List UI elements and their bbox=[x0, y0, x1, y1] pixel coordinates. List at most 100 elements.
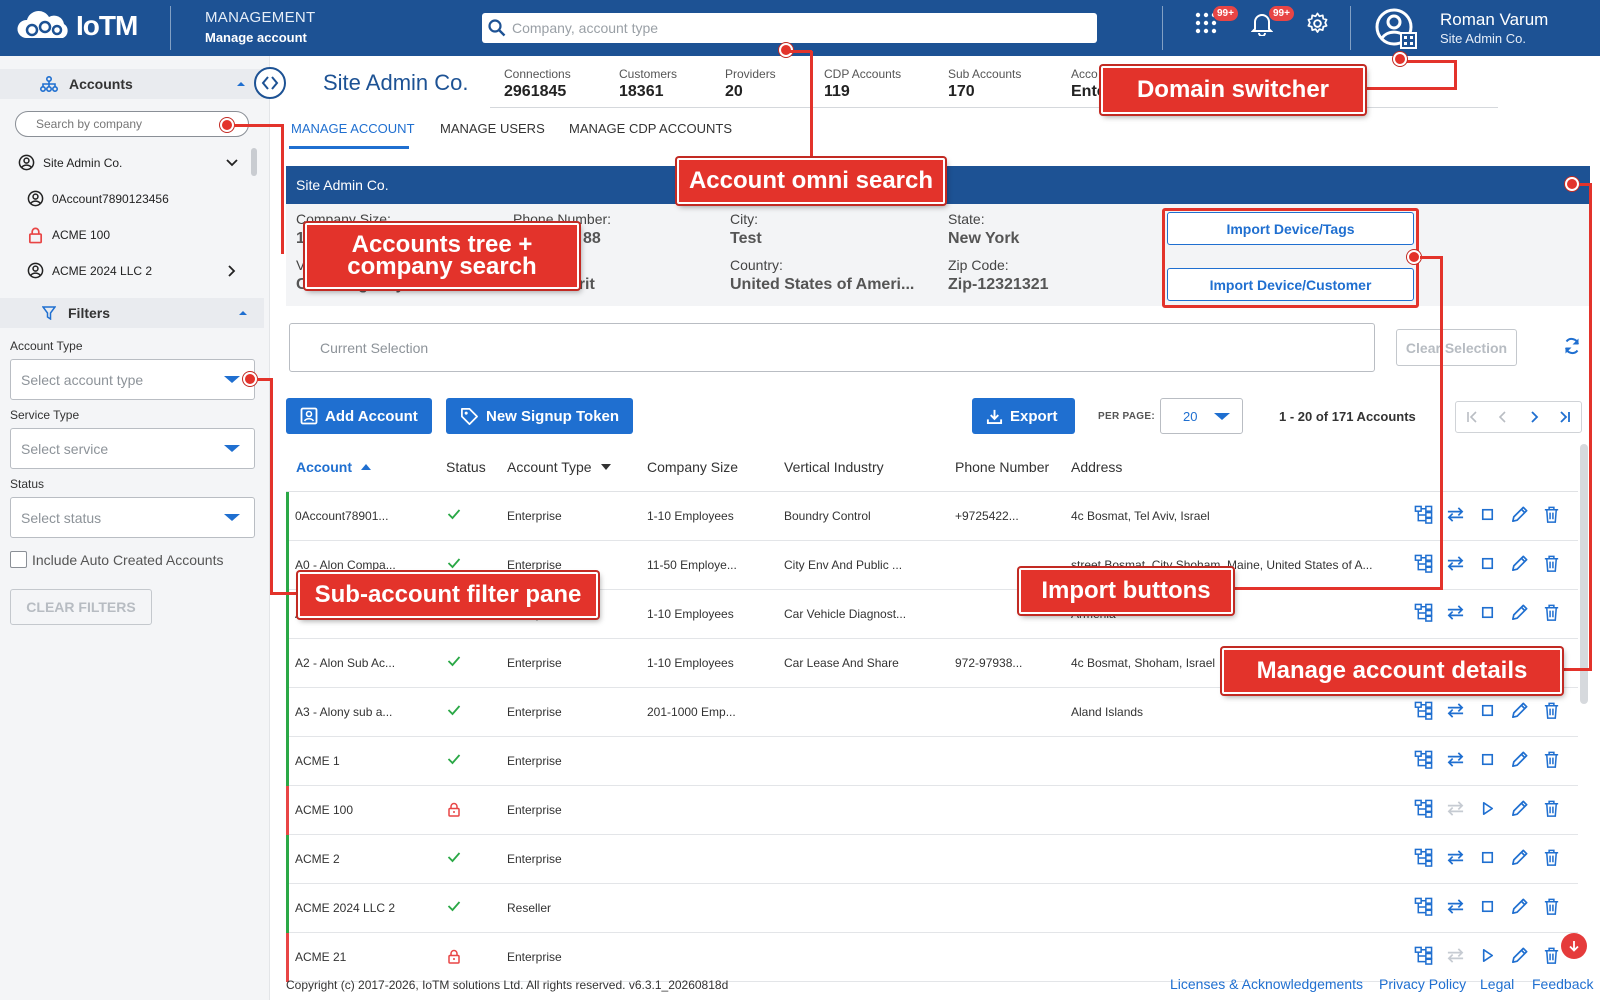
tree-item-0account[interactable]: 0Account7890123456 bbox=[27, 190, 169, 207]
domain-switcher-avatar[interactable] bbox=[1374, 7, 1420, 51]
tab-manage-account[interactable]: MANAGE ACCOUNT bbox=[291, 121, 415, 136]
tree-item-acme-100[interactable]: ACME 100 bbox=[27, 226, 110, 244]
transfer-arrows-icon[interactable] bbox=[1446, 554, 1465, 573]
hierarchy-icon[interactable] bbox=[1414, 946, 1433, 965]
clear-selection-button[interactable]: Clear Selection bbox=[1396, 329, 1517, 366]
apps-grid-button[interactable]: 99+ bbox=[1195, 6, 1238, 34]
transfer-arrows-icon[interactable] bbox=[1446, 603, 1465, 622]
licenses-link[interactable]: Licenses & Acknowledgements bbox=[1170, 976, 1363, 992]
trash-icon[interactable] bbox=[1542, 505, 1561, 524]
stop-icon[interactable] bbox=[1478, 848, 1497, 867]
hierarchy-icon[interactable] bbox=[1414, 603, 1433, 622]
column-header-account[interactable]: Account bbox=[296, 459, 372, 475]
hierarchy-icon[interactable] bbox=[1414, 799, 1433, 818]
trash-icon[interactable] bbox=[1542, 897, 1561, 916]
tree-scrollbar[interactable] bbox=[251, 148, 257, 176]
table-row[interactable]: ACME 1 Enterprise bbox=[286, 737, 1578, 786]
tree-item-acme-2024[interactable]: ACME 2024 LLC 2 bbox=[27, 262, 236, 279]
stop-icon[interactable] bbox=[1478, 505, 1497, 524]
accounts-section-header[interactable]: Accounts bbox=[0, 69, 264, 99]
table-row[interactable]: ACME 100 Enterprise bbox=[286, 786, 1578, 835]
transfer-arrows-icon[interactable] bbox=[1446, 799, 1465, 818]
per-page-select[interactable]: 20 bbox=[1160, 398, 1243, 434]
column-header-phone-number[interactable]: Phone Number bbox=[955, 459, 1049, 475]
status-select[interactable]: Select status bbox=[10, 497, 255, 538]
trash-icon[interactable] bbox=[1542, 848, 1561, 867]
feedback-link[interactable]: Feedback bbox=[1532, 976, 1593, 992]
column-header-status[interactable]: Status bbox=[446, 459, 486, 475]
transfer-arrows-icon[interactable] bbox=[1446, 946, 1465, 965]
stop-icon[interactable] bbox=[1478, 897, 1497, 916]
tab-manage-cdp-accounts[interactable]: MANAGE CDP ACCOUNTS bbox=[569, 121, 732, 136]
trash-icon[interactable] bbox=[1542, 750, 1561, 769]
transfer-arrows-icon[interactable] bbox=[1446, 848, 1465, 867]
export-button[interactable]: Export bbox=[972, 398, 1075, 434]
table-row[interactable]: A3 - Alony sub a... Enterprise 201-1000 Em… bbox=[286, 688, 1578, 737]
iotm-logo[interactable]: IoTM bbox=[14, 8, 138, 44]
stop-icon[interactable] bbox=[1478, 750, 1497, 769]
company-search-input[interactable] bbox=[36, 117, 206, 131]
new-signup-token-button[interactable]: New Signup Token bbox=[446, 398, 634, 434]
clear-filters-button[interactable]: CLEAR FILTERS bbox=[10, 589, 152, 625]
play-icon[interactable] bbox=[1478, 799, 1497, 818]
hierarchy-icon[interactable] bbox=[1414, 897, 1433, 916]
omni-search-input[interactable] bbox=[512, 20, 1072, 36]
filters-section-header[interactable]: Filters bbox=[0, 298, 264, 328]
table-row[interactable]: ACME 2 Enterprise bbox=[286, 835, 1578, 884]
trash-icon[interactable] bbox=[1542, 946, 1561, 965]
user-org[interactable]: Site Admin Co. bbox=[1440, 31, 1526, 46]
pencil-icon[interactable] bbox=[1510, 701, 1529, 720]
table-row[interactable]: 0Account78901... Enterprise 1-10 Employees… bbox=[286, 492, 1578, 541]
transfer-arrows-icon[interactable] bbox=[1446, 897, 1465, 916]
column-header-address[interactable]: Address bbox=[1071, 459, 1122, 475]
pencil-icon[interactable] bbox=[1510, 897, 1529, 916]
column-header-account-type[interactable]: Account Type bbox=[507, 459, 612, 475]
column-header-company-size[interactable]: Company Size bbox=[647, 459, 738, 475]
account-type-select[interactable]: Select account type bbox=[10, 359, 255, 400]
hierarchy-icon[interactable] bbox=[1414, 505, 1433, 524]
stop-icon[interactable] bbox=[1478, 554, 1497, 573]
pencil-icon[interactable] bbox=[1510, 603, 1529, 622]
pencil-icon[interactable] bbox=[1510, 505, 1529, 524]
company-search-box[interactable] bbox=[15, 111, 249, 137]
settings-button[interactable] bbox=[1306, 12, 1329, 35]
service-type-select[interactable]: Select service bbox=[10, 428, 255, 469]
table-row[interactable]: ACME 2024 LLC 2 Reseller bbox=[286, 884, 1578, 933]
trash-icon[interactable] bbox=[1542, 701, 1561, 720]
chevron-right-icon[interactable] bbox=[228, 264, 236, 277]
notifications-button[interactable]: 99+ bbox=[1251, 6, 1294, 36]
tree-item-site-admin[interactable]: Site Admin Co. bbox=[18, 154, 238, 171]
hierarchy-icon[interactable] bbox=[1414, 750, 1433, 769]
transfer-arrows-icon[interactable] bbox=[1446, 701, 1465, 720]
chevron-down-icon[interactable] bbox=[226, 158, 238, 167]
pencil-icon[interactable] bbox=[1510, 848, 1529, 867]
first-page-icon[interactable] bbox=[1466, 411, 1478, 423]
pencil-icon[interactable] bbox=[1510, 554, 1529, 573]
legal-link[interactable]: Legal bbox=[1480, 976, 1514, 992]
privacy-policy-link[interactable]: Privacy Policy bbox=[1379, 976, 1466, 992]
refresh-button[interactable] bbox=[1562, 336, 1582, 356]
pencil-icon[interactable] bbox=[1510, 750, 1529, 769]
column-header-vertical-industry[interactable]: Vertical Industry bbox=[784, 459, 884, 475]
tab-manage-users[interactable]: MANAGE USERS bbox=[440, 121, 545, 136]
scroll-down-button[interactable] bbox=[1561, 933, 1587, 959]
add-account-button[interactable]: Add Account bbox=[286, 398, 432, 434]
hierarchy-icon[interactable] bbox=[1414, 848, 1433, 867]
transfer-arrows-icon[interactable] bbox=[1446, 750, 1465, 769]
transfer-arrows-icon[interactable] bbox=[1446, 505, 1465, 524]
current-selection-box[interactable]: Current Selection bbox=[289, 323, 1375, 372]
table-scrollbar[interactable] bbox=[1580, 444, 1588, 704]
stop-icon[interactable] bbox=[1478, 603, 1497, 622]
auto-created-checkbox[interactable] bbox=[10, 551, 27, 568]
hierarchy-icon[interactable] bbox=[1414, 701, 1433, 720]
stop-icon[interactable] bbox=[1478, 701, 1497, 720]
pencil-icon[interactable] bbox=[1510, 946, 1529, 965]
trash-icon[interactable] bbox=[1542, 603, 1561, 622]
last-page-icon[interactable] bbox=[1559, 411, 1571, 423]
next-page-icon[interactable] bbox=[1529, 411, 1539, 423]
pencil-icon[interactable] bbox=[1510, 799, 1529, 818]
trash-icon[interactable] bbox=[1542, 554, 1561, 573]
play-icon[interactable] bbox=[1478, 946, 1497, 965]
auto-created-option[interactable]: Include Auto Created Accounts bbox=[10, 551, 223, 568]
previous-page-icon[interactable] bbox=[1498, 411, 1508, 423]
